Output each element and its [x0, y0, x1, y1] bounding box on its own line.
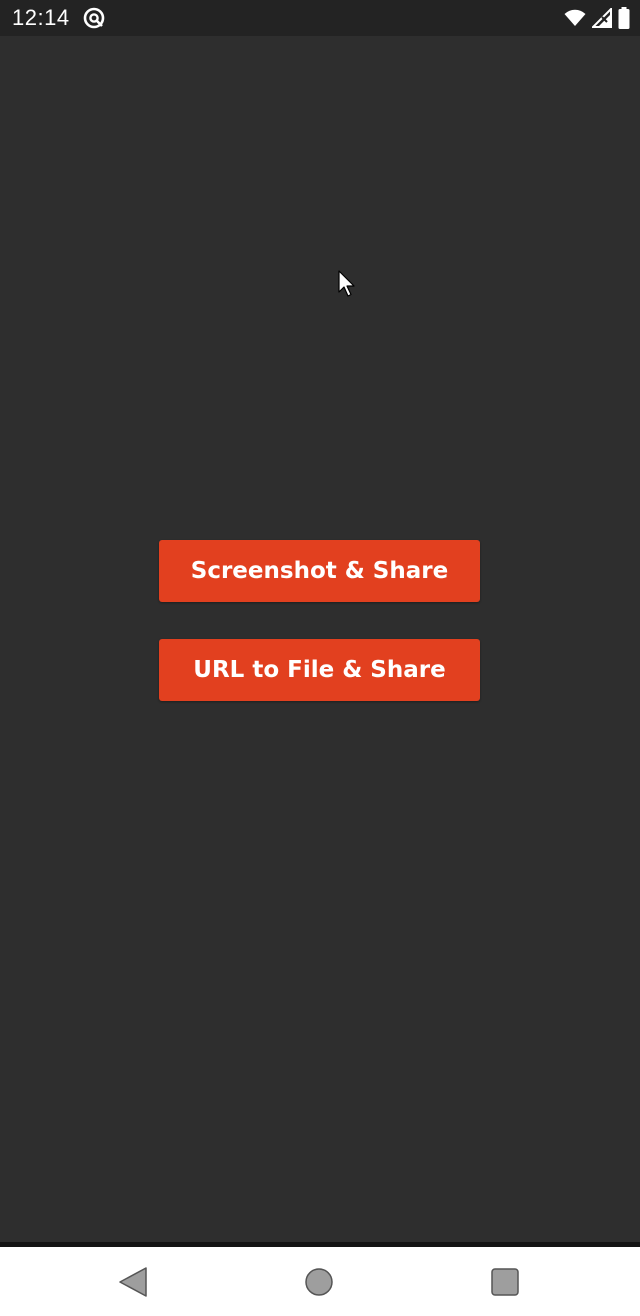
back-triangle-icon[interactable] [114, 1262, 154, 1302]
cell-signal-icon [592, 8, 612, 28]
status-time: 12:14 [12, 5, 70, 30]
app-screen: 12:14 Screenshot & Share URL to File & S… [0, 0, 640, 1316]
screenshot-share-button[interactable]: Screenshot & Share [159, 540, 480, 602]
mouse-pointer-icon [338, 270, 355, 297]
url-to-file-share-button[interactable]: URL to File & Share [159, 639, 480, 701]
status-indicators [564, 7, 630, 29]
navigation-bar [0, 1242, 640, 1316]
home-circle-icon[interactable] [299, 1262, 339, 1302]
status-bar: 12:14 [0, 0, 640, 36]
wifi-icon [564, 9, 586, 26]
battery-icon [618, 7, 630, 29]
main-content: Screenshot & Share URL to File & Share [0, 36, 640, 1242]
at-sign-icon [83, 7, 105, 29]
recents-square-icon[interactable] [484, 1262, 524, 1302]
